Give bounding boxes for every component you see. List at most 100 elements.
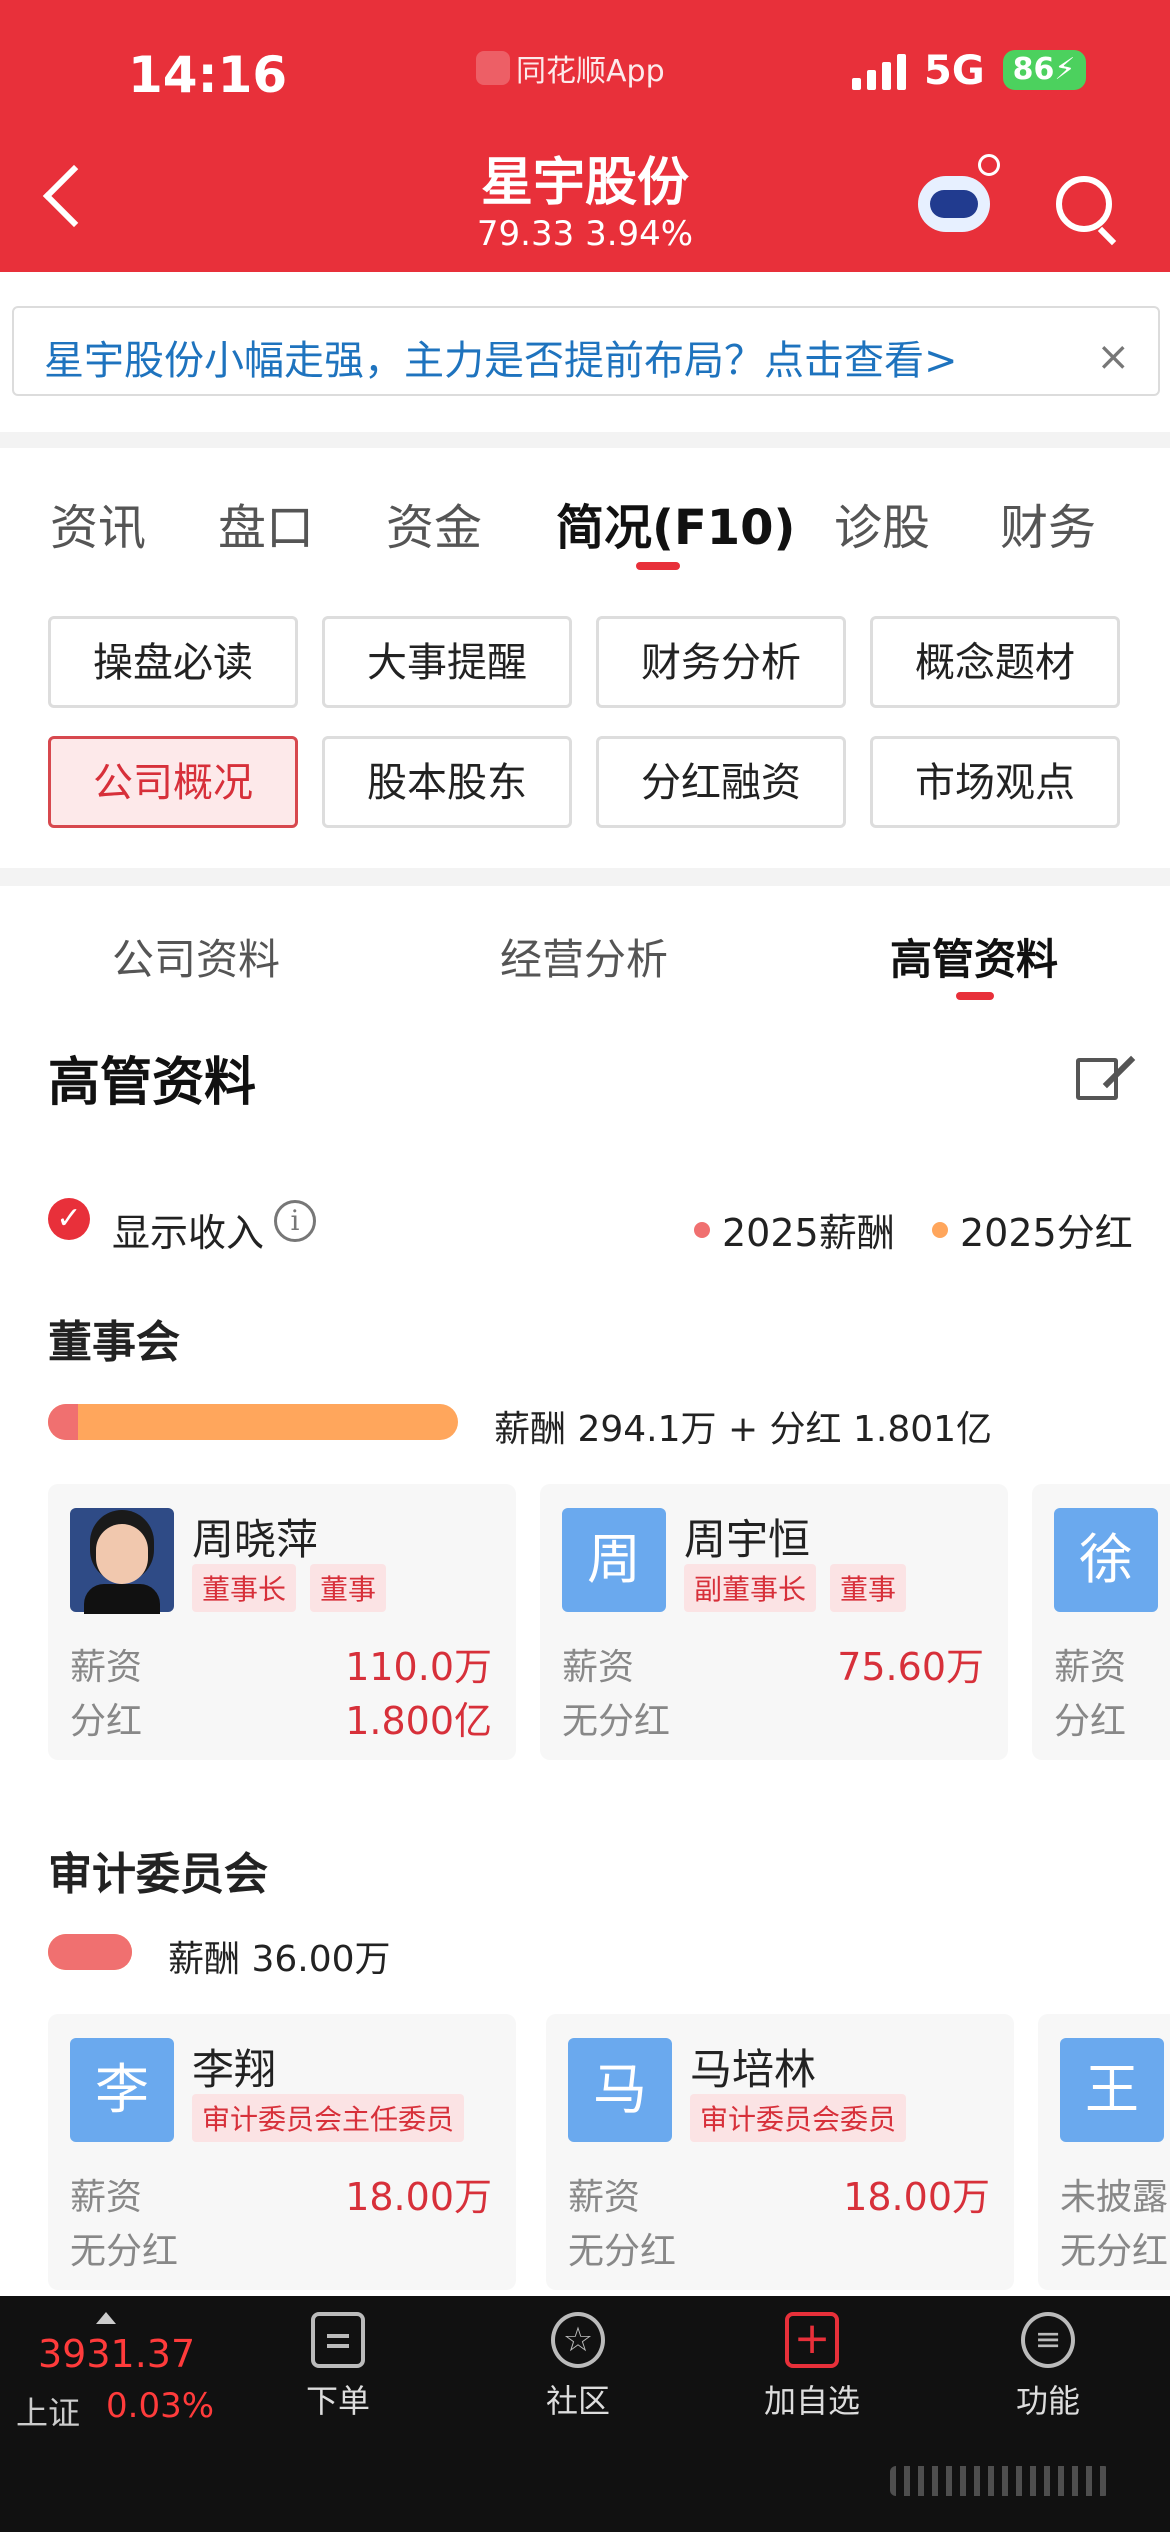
dividend-value: 1.800亿 — [345, 1699, 492, 1743]
btn-shareholders[interactable]: 股本股东 — [322, 736, 572, 828]
status-app-indicator: 同花顺App — [476, 46, 665, 90]
nav-label: 加自选 — [763, 2382, 860, 2420]
salary-label: 薪资 — [70, 1647, 143, 1688]
tab-diagnosis[interactable]: 诊股 — [834, 488, 930, 558]
salary-label: 薪资 — [568, 2177, 641, 2218]
legend-dot-dividend — [932, 1221, 948, 1238]
status-right-group: 5G 86⚡ — [852, 48, 1086, 94]
order-icon — [311, 2312, 365, 2368]
stock-price-change: 79.33 3.94% — [476, 214, 694, 254]
avatar-initial: 周 — [562, 1508, 666, 1612]
app-header: 14:16 同花顺App 5G 86⚡ 星宇股份 79.33 3.94% — [0, 0, 1170, 272]
audit-salary-segment — [48, 1934, 132, 1970]
person-card[interactable]: 周晓萍 董事长 董事 薪资 110.0万 分红 1.800亿 — [48, 1484, 516, 1760]
board-salary-segment — [48, 1404, 78, 1440]
dividend-label: 无分红 — [70, 2231, 179, 2272]
salary-value: 18.00万 — [843, 2175, 990, 2219]
nav-label: 社区 — [545, 2382, 610, 2420]
signal-icon — [852, 54, 906, 90]
dividend-label: 无分红 — [568, 2231, 677, 2272]
audit-committee-title: 审计委员会 — [48, 1849, 268, 1900]
board-income-bar — [48, 1404, 458, 1440]
salary-value: 18.00万 — [345, 2175, 492, 2219]
assistant-robot-icon[interactable] — [918, 154, 1000, 232]
index-change[interactable]: 0.03% — [106, 2386, 214, 2426]
role-tag: 董事 — [310, 1564, 387, 1612]
tab-quote[interactable]: 盘口 — [218, 488, 314, 558]
legend-dividend: 2025分红 — [932, 1202, 1133, 1257]
index-name[interactable]: 上证 — [16, 2388, 80, 2434]
index-value[interactable]: 3931.37 — [38, 2332, 195, 2376]
community-icon — [551, 2312, 605, 2368]
role-tag: 审计委员会委员 — [690, 2094, 907, 2142]
add-icon: + — [785, 2312, 839, 2368]
legend-salary: 2025薪酬 — [694, 1202, 895, 1257]
person-card[interactable]: 李 李翔 审计委员会主任委员 薪资 18.00万 无分红 — [48, 2014, 516, 2290]
status-time: 14:16 — [128, 46, 288, 104]
legend-dot-salary — [694, 1221, 710, 1238]
search-icon[interactable] — [1056, 176, 1112, 232]
btn-financial-analysis[interactable]: 财务分析 — [596, 616, 846, 708]
tab-news[interactable]: 资讯 — [50, 488, 146, 558]
promo-banner[interactable]: 星宇股份小幅走强，主力是否提前布局？点击查看> × — [12, 306, 1160, 396]
active-tab-indicator — [636, 562, 680, 570]
board-income-summary: 薪酬 294.1万 + 分红 1.801亿 — [494, 1409, 993, 1450]
banner-container: 星宇股份小幅走强，主力是否提前布局？点击查看> × — [0, 272, 1170, 432]
avatar-initial: 徐 — [1054, 1508, 1158, 1612]
person-card[interactable]: 周 周宇恒 副董事长 董事 薪资 75.60万 无分红 — [540, 1484, 1008, 1760]
role-tags: 审计委员会主任委员 — [192, 2094, 465, 2142]
app-logo-icon — [476, 51, 510, 85]
btn-dividend-financing[interactable]: 分红融资 — [596, 736, 846, 828]
person-card-partial[interactable]: 徐 薪资 分红 — [1032, 1484, 1170, 1760]
btn-market-views[interactable]: 市场观点 — [870, 736, 1120, 828]
person-card-partial[interactable]: 王 未披露 无分红 — [1038, 2014, 1170, 2290]
salary-label: 薪资 — [562, 1647, 635, 1688]
dividend-label: 分红 — [1054, 1701, 1127, 1742]
legend-dividend-label: 2025分红 — [960, 1211, 1133, 1255]
salary-value: 110.0万 — [345, 1645, 492, 1689]
close-icon[interactable]: × — [1096, 334, 1130, 380]
banner-text[interactable]: 星宇股份小幅走强，主力是否提前布局？点击查看> — [44, 328, 958, 386]
role-tag: 审计委员会主任委员 — [192, 2094, 465, 2142]
status-app-name: 同花顺App — [516, 54, 665, 89]
btn-event-reminder[interactable]: 大事提醒 — [322, 616, 572, 708]
person-name: 周宇恒 — [684, 1515, 811, 1564]
show-income-label[interactable]: 显示收入 — [112, 1202, 264, 1257]
tab-finance[interactable]: 财务 — [1000, 488, 1096, 558]
nav-functions[interactable]: 功能 — [978, 2312, 1118, 2422]
expand-up-icon[interactable] — [96, 2312, 116, 2324]
subtab-company-info[interactable]: 公司资料 — [112, 926, 280, 987]
nav-label: 功能 — [1015, 2382, 1080, 2420]
avatar-initial: 马 — [568, 2038, 672, 2142]
salary-value: 75.60万 — [837, 1645, 984, 1689]
active-subtab-indicator — [956, 992, 994, 1000]
btn-company-overview[interactable]: 公司概况 — [48, 736, 298, 828]
avatar-initial: 王 — [1060, 2038, 1164, 2142]
subtab-executives[interactable]: 高管资料 — [890, 926, 1058, 987]
btn-concept-theme[interactable]: 概念题材 — [870, 616, 1120, 708]
person-card[interactable]: 马 马培林 审计委员会委员 薪资 18.00万 无分红 — [546, 2014, 1014, 2290]
info-icon[interactable]: i — [274, 1200, 316, 1242]
nav-community[interactable]: 社区 — [508, 2312, 648, 2422]
share-icon[interactable] — [1076, 1058, 1118, 1100]
tab-f10[interactable]: 简况(F10) — [556, 488, 795, 558]
stock-name: 星宇股份 — [480, 153, 689, 213]
salary-label: 薪资 — [70, 2177, 143, 2218]
network-type: 5G — [924, 48, 985, 94]
nav-add-watchlist[interactable]: + 加自选 — [742, 2312, 882, 2422]
dividend-label: 无分红 — [562, 1701, 671, 1742]
watermark — [890, 2466, 1110, 2496]
subtab-business-analysis[interactable]: 经营分析 — [500, 926, 668, 987]
menu-icon — [1021, 2312, 1075, 2368]
role-tag: 董事 — [830, 1564, 907, 1612]
dividend-label: 无分红 — [1060, 2231, 1169, 2272]
role-tags: 副董事长 董事 — [684, 1564, 907, 1612]
battery-indicator: 86⚡ — [1002, 50, 1086, 90]
tab-funds[interactable]: 资金 — [386, 488, 482, 558]
person-name: 周晓萍 — [192, 1515, 319, 1564]
role-tag: 董事长 — [192, 1564, 297, 1612]
checkbox-checked-icon[interactable]: ✓ — [48, 1198, 90, 1240]
nav-order[interactable]: 下单 — [268, 2312, 408, 2422]
btn-trading-guide[interactable]: 操盘必读 — [48, 616, 298, 708]
executives-panel: 公司资料 经营分析 高管资料 高管资料 ✓ 显示收入 i 2025薪酬 2025… — [0, 886, 1170, 2296]
